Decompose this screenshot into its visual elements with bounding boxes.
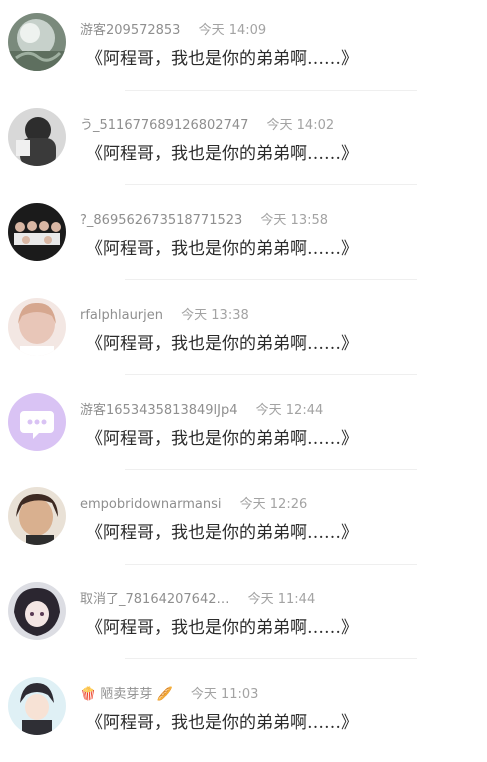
timestamp: 今天 14:09 (198, 23, 267, 38)
comment-text: 《阿程哥，我也是你的弟弟啊……》 (86, 429, 358, 449)
avatar[interactable] (8, 677, 66, 735)
avatar[interactable] (8, 582, 66, 640)
chat-bubble-icon (8, 393, 66, 451)
comment-meta: 游客1653435813849lJp4 今天 12:44 (80, 401, 323, 421)
divider (125, 374, 417, 375)
popcorn-icon: 🍿 (80, 687, 97, 702)
username[interactable]: ?_869562673518771523 (80, 213, 242, 228)
comment-text: 《阿程哥，我也是你的弟弟啊……》 (86, 144, 358, 164)
timestamp: 今天 12:44 (255, 403, 324, 418)
timestamp: 今天 14:02 (266, 118, 335, 133)
comment-item[interactable]: う_511677689126802747 今天 14:02 《阿程哥，我也是你的… (0, 98, 487, 193)
avatar[interactable] (8, 108, 66, 166)
comment-meta: う_511677689126802747 今天 14:02 (80, 116, 334, 136)
comment-text: 《阿程哥，我也是你的弟弟啊……》 (86, 49, 358, 69)
avatar[interactable] (8, 13, 66, 71)
comment-item[interactable]: 游客1653435813849lJp4 今天 12:44 《阿程哥，我也是你的弟… (0, 383, 487, 478)
comment-text: 《阿程哥，我也是你的弟弟啊……》 (86, 523, 358, 543)
timestamp: 今天 11:03 (190, 687, 259, 702)
divider (125, 279, 417, 280)
comment-meta: ?_869562673518771523 今天 13:58 (80, 211, 328, 231)
comment-meta: 🍿 陋卖芽芽 🥖 今天 11:03 (80, 685, 258, 705)
username[interactable]: 游客1653435813849lJp4 (80, 403, 238, 418)
comment-item[interactable]: ?_869562673518771523 今天 13:58 《阿程哥，我也是你的… (0, 193, 487, 288)
timestamp: 今天 12:26 (239, 497, 308, 512)
chat-bubble-avatar[interactable] (8, 393, 66, 451)
avatar[interactable] (8, 298, 66, 356)
comment-item[interactable]: 游客209572853 今天 14:09 《阿程哥，我也是你的弟弟啊……》 (0, 3, 487, 98)
comment-text: 《阿程哥，我也是你的弟弟啊……》 (86, 713, 358, 733)
comment-meta: 取消了_78164207642… 今天 11:44 (80, 590, 315, 610)
timestamp: 今天 13:58 (260, 213, 329, 228)
timestamp: 今天 13:38 (181, 308, 249, 323)
bread-icon: 🥖 (156, 687, 173, 702)
comment-item[interactable]: empobridownarmansi 今天 12:26 《阿程哥，我也是你的弟弟… (0, 477, 487, 572)
timestamp: 今天 11:44 (247, 592, 316, 607)
comment-text: 《阿程哥，我也是你的弟弟啊……》 (86, 618, 358, 638)
divider (125, 469, 417, 470)
username[interactable]: empobridownarmansi (80, 497, 222, 512)
avatar[interactable] (8, 487, 66, 545)
comment-list: 游客209572853 今天 14:09 《阿程哥，我也是你的弟弟啊……》 う_… (0, 0, 487, 742)
comment-item[interactable]: 取消了_78164207642… 今天 11:44 《阿程哥，我也是你的弟弟啊…… (0, 572, 487, 667)
divider (125, 658, 417, 659)
comment-meta: rfalphlaurjen 今天 13:38 (80, 306, 249, 326)
comment-meta: empobridownarmansi 今天 12:26 (80, 495, 307, 515)
comment-item[interactable]: rfalphlaurjen 今天 13:38 《阿程哥，我也是你的弟弟啊……》 (0, 288, 487, 383)
divider (125, 564, 417, 565)
comment-text: 《阿程哥，我也是你的弟弟啊……》 (86, 239, 358, 259)
avatar[interactable] (8, 203, 66, 261)
username[interactable]: rfalphlaurjen (80, 308, 163, 323)
username[interactable]: う_511677689126802747 (80, 118, 248, 133)
comment-text: 《阿程哥，我也是你的弟弟啊……》 (86, 334, 358, 354)
username[interactable]: 陋卖芽芽 (100, 687, 152, 702)
comment-meta: 游客209572853 今天 14:09 (80, 21, 266, 41)
divider (125, 184, 417, 185)
divider (125, 90, 417, 91)
username[interactable]: 游客209572853 (80, 23, 180, 38)
comment-item[interactable]: 🍿 陋卖芽芽 🥖 今天 11:03 《阿程哥，我也是你的弟弟啊……》 (0, 667, 487, 762)
username[interactable]: 取消了_78164207642… (80, 592, 229, 607)
